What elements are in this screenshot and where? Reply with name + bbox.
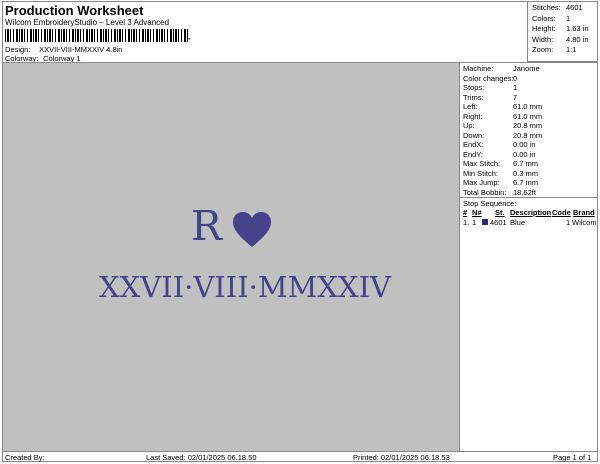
design-date-text: XXVII·VIII·MMXXIV (99, 270, 391, 304)
barcode-tail: , (188, 31, 191, 41)
printed-date: Printed: 02/01/2025 06.18.53 (353, 453, 450, 462)
detail-value: 61.0 mm (513, 102, 543, 111)
detail-row: EndX: 0.00 in (463, 140, 597, 149)
col-header-st: St. (495, 208, 505, 217)
detail-row: Min Stitch: 0.3 mm (463, 169, 597, 178)
stop-brand: Wilcom (572, 218, 597, 227)
stop-description: Blue (510, 218, 526, 227)
detail-value: 0.3 mm (513, 168, 539, 178)
detail-value: 18.62ft (513, 187, 536, 197)
detail-key: Trims: (463, 92, 484, 102)
design-initial: R (191, 202, 222, 250)
detail-value: Janome (513, 64, 540, 73)
summary-key: Zoom: (532, 45, 554, 54)
summary-value: 1 (566, 13, 571, 23)
stop-sequence-header: # N# St. Description Code Brand (460, 208, 598, 217)
stop-sequence-title: Stop Sequence: (463, 199, 517, 208)
summary-row: Colors: 1 (532, 14, 598, 25)
detail-key: EndY: (463, 149, 484, 159)
detail-row: Total Bobbin: 18.62ft (463, 188, 597, 197)
detail-key: Up: (463, 121, 475, 130)
detail-value: 20.8 mm (513, 121, 543, 130)
detail-value: 0.00 in (513, 149, 536, 159)
summary-key: Width: (532, 34, 554, 44)
col-header-brand: Brand (573, 208, 595, 217)
detail-value: 61.0 mm (513, 111, 543, 121)
detail-key: Stops: (463, 83, 485, 92)
summary-key: Stitches: (532, 3, 561, 12)
summary-panel: Stitches: 4601 Colors: 1 Height: 1.63 in Wi… (527, 1, 598, 62)
detail-key: Min Stitch: (463, 168, 499, 178)
summary-value: 1.63 in (566, 24, 589, 33)
detail-value: 0 (513, 73, 518, 83)
detail-row: Right: 61.0 mm (463, 112, 597, 121)
detail-key: Color changes: (463, 73, 514, 83)
stop-needle: 1 (472, 218, 477, 227)
stop-code: 1 (566, 218, 571, 227)
created-by: Created By: (5, 453, 45, 462)
detail-value: 1 (513, 83, 518, 92)
design-line: Design: XXVII-VIII-MMXXIV 4.8in (5, 45, 122, 54)
detail-row: Color changes: 0 (463, 74, 597, 83)
summary-row: Height: 1.63 in (532, 24, 598, 35)
design-value: XXVII-VIII-MMXXIV 4.8in (39, 45, 123, 54)
col-header-n: N# (472, 208, 482, 217)
detail-value: 6.7 mm (513, 159, 539, 168)
stop-stitches: 4601 (490, 218, 507, 227)
details-panel: Machine: Janome Color changes: 0 Stops: 1 T… (459, 63, 598, 451)
heart-icon (233, 212, 271, 247)
color-swatch (482, 219, 488, 225)
col-header-code: Code (552, 208, 571, 217)
page-number: Page 1 of 1 (553, 453, 592, 462)
table-row: 1. 1 4601 Blue 1 Wilcom (460, 218, 598, 227)
summary-row: Width: 4.80 in (532, 35, 598, 46)
detail-key: Max Stitch: (463, 159, 501, 168)
detail-key: Max Jump: (463, 178, 500, 187)
stop-num: 1. (463, 218, 470, 227)
design-preview: R XXVII·VIII·MMXXIV (3, 63, 459, 451)
detail-row: Max Jump: 6.7 mm (463, 178, 597, 187)
detail-row: Up: 20.8 mm (463, 121, 597, 130)
col-header-description: Description (510, 208, 552, 217)
summary-key: Height: (532, 24, 556, 33)
page-title: Production Worksheet (5, 3, 144, 18)
detail-key: Machine: (463, 64, 494, 73)
detail-row: Left: 61.0 mm (463, 102, 597, 111)
detail-row: Trims: 7 (463, 93, 597, 102)
summary-row: Zoom: 1:1 (532, 45, 598, 56)
detail-value: 20.8 mm (513, 130, 543, 140)
worksheet-header: Production Worksheet Wilcom EmbroiderySt… (3, 2, 527, 63)
detail-key: Total Bobbin: (463, 187, 507, 197)
design-label: Design: (5, 45, 31, 54)
detail-row: Max Stitch: 6.7 mm (463, 159, 597, 168)
summary-value: 4.80 in (566, 34, 589, 44)
summary-row: Stitches: 4601 (532, 3, 598, 14)
detail-key: Left: (463, 102, 478, 111)
summary-key: Colors: (532, 13, 556, 23)
detail-key: Right: (463, 111, 483, 121)
software-subtitle: Wilcom EmbroideryStudio – Level 3 Advanc… (5, 18, 170, 27)
detail-row: EndY: 0.00 in (463, 150, 597, 159)
summary-value: 4601 (566, 3, 583, 12)
detail-row: Machine: Janome (463, 64, 597, 73)
col-header-num: # (463, 208, 468, 217)
barcode (5, 29, 188, 42)
detail-row: Down: 20.8 mm (463, 131, 597, 140)
detail-key: EndX: (463, 140, 484, 149)
detail-row: Stops: 1 (463, 83, 597, 92)
worksheet-footer: Created By: Last Saved: 02/01/2025 06.18… (2, 451, 598, 463)
summary-value: 1:1 (566, 45, 577, 54)
detail-value: 7 (513, 92, 518, 102)
detail-key: Down: (463, 130, 485, 140)
stop-sequence-divider (460, 197, 598, 198)
detail-value: 0.00 in (513, 140, 536, 149)
detail-value: 6.7 mm (513, 178, 539, 187)
last-saved: Last Saved: 02/01/2025 06.18.50 (146, 453, 257, 462)
